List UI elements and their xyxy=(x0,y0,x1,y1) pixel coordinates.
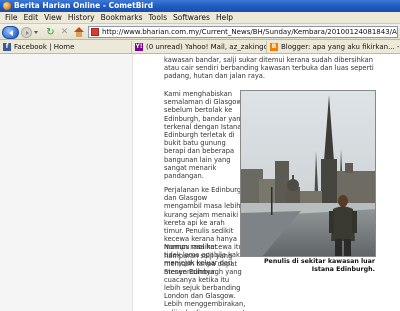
menu-bookmarks[interactable]: Bookmarks xyxy=(98,13,146,22)
menu-view[interactable]: View xyxy=(41,13,65,22)
menu-tools[interactable]: Tools xyxy=(146,13,170,22)
window-title: Berita Harian Online - CometBird xyxy=(14,1,154,10)
bookmark-yahoo-mail[interactable]: Y! (0 unread) Yahoo! Mail, az_zakingompo… xyxy=(132,40,267,53)
article-paragraph: Namun rasa kecewa itu tidak lama apabila… xyxy=(164,243,246,311)
stop-icon[interactable]: ✕ xyxy=(59,27,70,38)
url-text: http://www.bharian.com.my/Current_News/B… xyxy=(102,28,398,36)
left-sidebar-column xyxy=(0,54,133,311)
menu-softwares[interactable]: Softwares xyxy=(170,13,213,22)
menu-bar: File Edit View History Bookmarks Tools S… xyxy=(0,12,400,24)
menu-file[interactable]: File xyxy=(2,13,21,22)
bookmark-label: (0 unread) Yahoo! Mail, az_zakingompol xyxy=(146,42,267,51)
bookmark-label: Blogger: apa yang aku fikirkan... - Crea… xyxy=(281,42,400,51)
bookmarks-toolbar: f Facebook | Home Y! (0 unread) Yahoo! M… xyxy=(0,40,400,54)
site-favicon-icon xyxy=(91,28,99,36)
edinburgh-street-photo xyxy=(241,91,375,256)
window-title-bar: Berita Harian Online - CometBird xyxy=(0,0,400,12)
bookmark-blogger[interactable]: B Blogger: apa yang aku fikirkan... - Cr… xyxy=(267,41,400,53)
back-button[interactable] xyxy=(2,26,19,39)
bookmark-label: Facebook | Home xyxy=(14,42,75,51)
bookmark-facebook[interactable]: f Facebook | Home xyxy=(0,40,132,53)
article-photo[interactable] xyxy=(240,90,376,257)
article-paragraph: kawasan bandar, salji sukar ditemui kera… xyxy=(164,56,374,81)
home-icon[interactable] xyxy=(73,27,85,38)
url-bar[interactable]: http://www.bharian.com.my/Current_News/B… xyxy=(88,26,398,38)
article-paragraph: Kami menghabiskan semalaman di Glasgow s… xyxy=(164,90,245,181)
menu-help[interactable]: Help xyxy=(213,13,236,22)
yahoo-mail-icon: Y! xyxy=(135,42,143,51)
menu-edit[interactable]: Edit xyxy=(21,13,42,22)
photo-caption: Penulis di sekitar kawasan luar Istana E… xyxy=(263,258,375,273)
reload-icon[interactable]: ↻ xyxy=(45,27,56,38)
cometbird-app-icon xyxy=(3,2,11,10)
forward-button[interactable] xyxy=(21,27,32,38)
history-dropdown-icon[interactable] xyxy=(33,30,39,36)
navigation-toolbar: ↻ ✕ http://www.bharian.com.my/Current_Ne… xyxy=(0,24,400,40)
facebook-icon: f xyxy=(3,42,11,51)
blogger-icon: B xyxy=(270,42,278,51)
menu-history[interactable]: History xyxy=(65,13,98,22)
